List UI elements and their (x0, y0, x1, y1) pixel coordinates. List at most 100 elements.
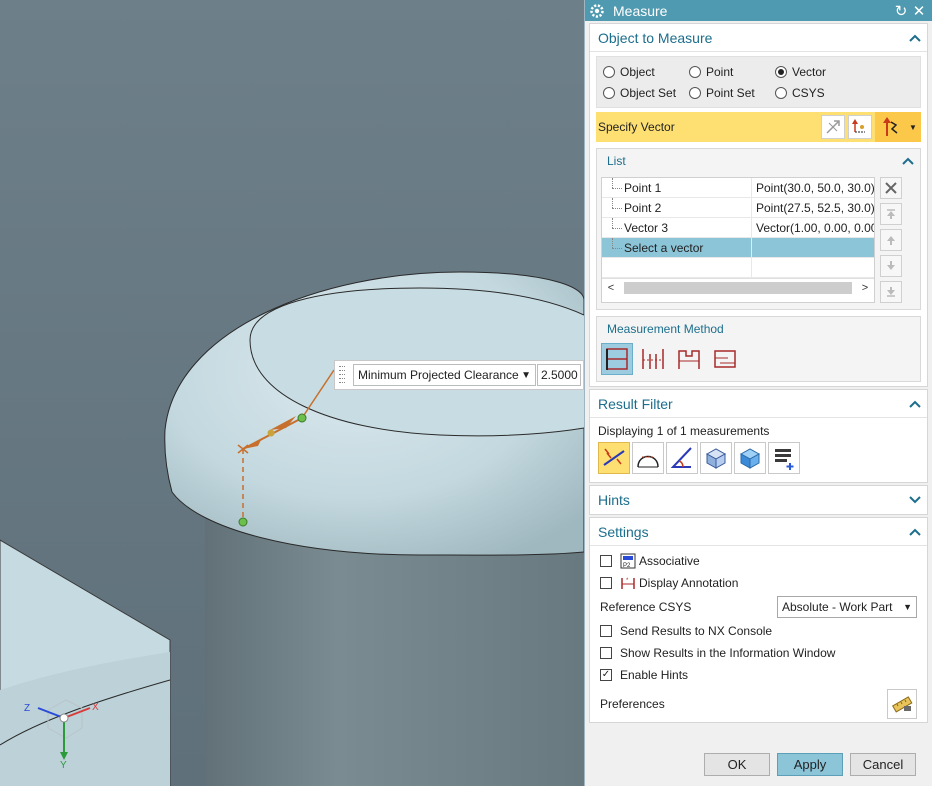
settings-section: Settings P2 Associative * Display Annota… (589, 517, 928, 723)
method-projected-icon[interactable] (637, 343, 669, 375)
enable-hints-label: Enable Hints (620, 668, 689, 682)
move-up-icon[interactable] (880, 229, 902, 251)
apply-button[interactable]: Apply (777, 753, 843, 776)
list-action-buttons (875, 177, 903, 303)
reference-csys-dropdown[interactable]: Absolute - Work Part ▼ (777, 596, 917, 618)
show-results-checkbox-box[interactable] (600, 647, 612, 659)
dialog-titlebar[interactable]: Measure ↻ ✕ (585, 0, 932, 21)
list-item-selected[interactable]: Select a vector (602, 238, 874, 258)
method-maximum-icon[interactable] (673, 343, 705, 375)
chevron-up-icon[interactable] (909, 400, 921, 408)
move-to-top-icon[interactable] (880, 203, 902, 225)
method-minimum-clearance-icon[interactable] (601, 343, 633, 375)
preferences-row: Preferences (590, 686, 927, 722)
filter-distance-icon[interactable] (598, 442, 630, 474)
ok-button[interactable]: OK (704, 753, 770, 776)
radio-point-set[interactable]: Point Set (689, 86, 775, 100)
settings-header[interactable]: Settings (590, 518, 927, 546)
object-to-measure-header[interactable]: Object to Measure (590, 24, 927, 52)
move-to-bottom-icon[interactable] (880, 281, 902, 303)
section-title: Result Filter (598, 395, 673, 412)
specify-vector-row[interactable]: Specify Vector ▼ (596, 112, 921, 142)
radio-object-set[interactable]: Object Set (603, 86, 689, 100)
remove-icon[interactable] (880, 177, 902, 199)
enable-hints-checkbox-box[interactable]: ✓ (600, 669, 612, 681)
projected-point-marker[interactable] (238, 517, 248, 527)
measurement-type-value: Minimum Projected Clearance (358, 368, 519, 382)
hints-header[interactable]: Hints (590, 486, 927, 514)
measurement-label[interactable]: Minimum Projected Clearance ▼ 2.5000 (334, 360, 584, 390)
result-count-text: Displaying 1 of 1 measurements (598, 424, 770, 438)
preferences-label: Preferences (600, 697, 665, 711)
radio-csys[interactable]: CSYS (775, 86, 825, 100)
filter-volume-icon[interactable] (734, 442, 766, 474)
filter-area-icon[interactable] (700, 442, 732, 474)
chevron-up-icon[interactable] (902, 157, 914, 165)
associative-checkbox[interactable]: P2 Associative (590, 550, 927, 572)
cancel-button[interactable]: Cancel (850, 753, 916, 776)
dialog-footer: OK Apply Cancel (585, 753, 932, 776)
result-filter-header[interactable]: Result Filter (590, 390, 927, 418)
chevron-up-icon[interactable] (909, 528, 921, 536)
preferences-ruler-icon[interactable] (887, 689, 917, 719)
list-item[interactable]: Point 2 Point(27.5, 52.5, 30.0) (602, 198, 874, 218)
triad-y-label: Y (60, 760, 67, 771)
move-down-icon[interactable] (880, 255, 902, 277)
measurement-method-title: Measurement Method (607, 322, 724, 336)
list-header[interactable]: List (597, 149, 920, 173)
result-filter-section: Result Filter Displaying 1 of 1 measurem… (589, 389, 928, 483)
show-results-label: Show Results in the Information Window (620, 646, 836, 660)
list-item[interactable]: Point 1 Point(30.0, 50.0, 30.0) (602, 178, 874, 198)
show-results-checkbox[interactable]: Show Results in the Information Window (590, 642, 927, 664)
display-annotation-checkbox-box[interactable] (600, 577, 612, 589)
display-annotation-checkbox[interactable]: * Display Annotation (590, 572, 927, 594)
specify-vector-label: Specify Vector (598, 120, 675, 134)
label-drag-handle[interactable] (335, 361, 349, 389)
object-type-radio-group: Object Point Vector Object Set Point Set… (596, 56, 921, 108)
gear-icon (590, 3, 604, 18)
inferred-vector-icon[interactable] (875, 112, 905, 142)
chevron-up-icon[interactable] (909, 34, 921, 42)
reset-icon[interactable]: ↻ (892, 2, 910, 20)
svg-text:*: * (626, 578, 629, 584)
reverse-direction-icon[interactable] (821, 115, 845, 139)
associative-checkbox-box[interactable] (600, 555, 612, 567)
graphics-viewport[interactable]: X Y Z Minimum Projected Clearance ▼ 2.50… (0, 0, 584, 786)
filter-angle-icon[interactable] (666, 442, 698, 474)
send-results-checkbox[interactable]: Send Results to NX Console (590, 620, 927, 642)
method-distance-icon[interactable] (709, 343, 741, 375)
list-item[interactable]: Vector 3 Vector(1.00, 0.00, 0.00) (602, 218, 874, 238)
svg-text:P2: P2 (623, 563, 631, 569)
list-item-empty (602, 258, 874, 278)
vector-type-dropdown-icon[interactable]: ▼ (905, 112, 921, 142)
radio-vector[interactable]: Vector (775, 65, 826, 79)
point-1-marker[interactable] (297, 413, 307, 423)
measurement-type-dropdown[interactable]: Minimum Projected Clearance ▼ (353, 364, 536, 386)
scroll-right-icon[interactable]: > (856, 282, 874, 294)
enable-hints-checkbox[interactable]: ✓ Enable Hints (590, 664, 927, 686)
measurement-method-subsection: Measurement Method (596, 316, 921, 382)
send-results-label: Send Results to NX Console (620, 624, 773, 638)
point-2-marker[interactable] (267, 429, 275, 437)
close-icon[interactable]: ✕ (910, 2, 928, 20)
list-horizontal-scrollbar[interactable]: < > (602, 278, 874, 296)
radio-point[interactable]: Point (689, 65, 775, 79)
triad-x-label: X (92, 702, 99, 713)
object-to-measure-section: Object to Measure Object Point Vector Ob… (589, 23, 928, 387)
chevron-down-icon[interactable] (909, 496, 921, 504)
send-results-checkbox-box[interactable] (600, 625, 612, 637)
list-subsection: List Point 1 Point(30.0, 50.0, 30.0) Poi… (596, 148, 921, 310)
scroll-left-icon[interactable]: < (602, 282, 620, 294)
filter-information-icon[interactable] (768, 442, 800, 474)
filter-arc-icon[interactable] (632, 442, 664, 474)
measure-object-list[interactable]: Point 1 Point(30.0, 50.0, 30.0) Point 2 … (601, 177, 875, 303)
radio-object[interactable]: Object (603, 65, 689, 79)
hints-section: Hints (589, 485, 928, 515)
scrollbar-thumb[interactable] (624, 281, 852, 294)
vector-dialog-icon[interactable] (848, 115, 872, 139)
display-annotation-label: Display Annotation (639, 576, 739, 590)
dropdown-arrow-icon: ▼ (521, 369, 531, 381)
model-scene[interactable]: X Y Z (0, 0, 584, 786)
reference-csys-label: Reference CSYS (600, 600, 692, 614)
measurement-method-header: Measurement Method (597, 317, 920, 341)
